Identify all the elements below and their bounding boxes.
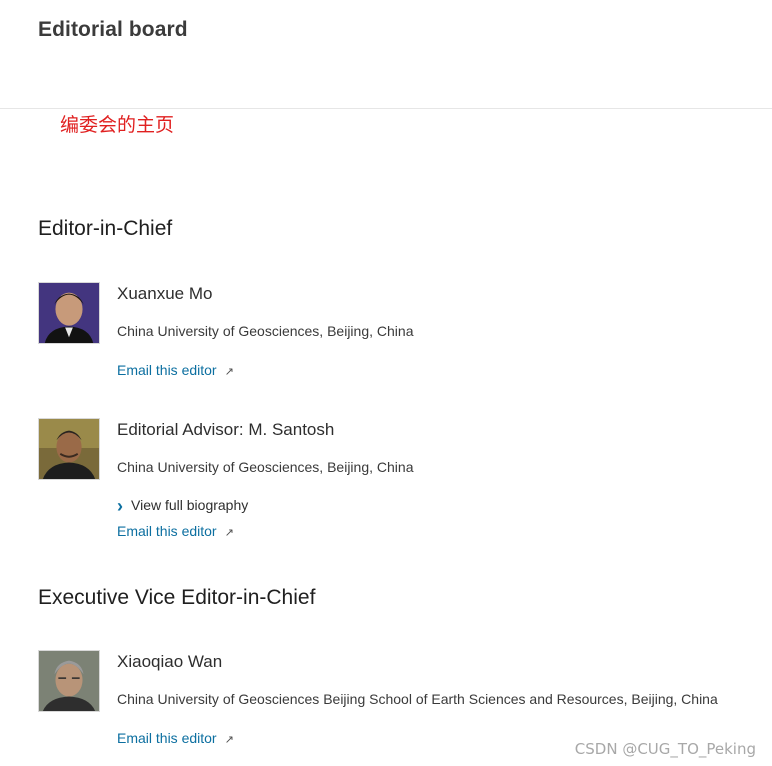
email-link-label: Email this editor xyxy=(117,730,217,746)
view-biography-label: View full biography xyxy=(131,497,249,513)
editor-affiliation: China University of Geosciences, Beijing… xyxy=(117,323,414,339)
portrait-image xyxy=(39,283,99,343)
editor-name: Xuanxue Mo xyxy=(117,284,213,303)
editor-affiliation: China University of Geosciences, Beijing… xyxy=(117,459,414,475)
email-link-label: Email this editor xyxy=(117,523,217,539)
email-editor-link[interactable]: Email this editor ↗ xyxy=(117,730,234,746)
chevron-right-icon: › xyxy=(117,496,123,516)
portrait-image xyxy=(39,651,99,711)
header-divider xyxy=(0,108,772,109)
editor-card: Editorial Advisor: M. Santosh China Univ… xyxy=(38,418,758,543)
external-arrow-icon: ↗ xyxy=(224,527,234,539)
editor-card: Xuanxue Mo China University of Geoscienc… xyxy=(38,282,758,382)
external-arrow-icon: ↗ xyxy=(224,734,234,746)
editor-photo xyxy=(38,418,100,480)
editor-affiliation: China University of Geosciences Beijing … xyxy=(117,691,718,707)
editor-name: Xiaoqiao Wan xyxy=(117,652,223,671)
section-heading-executive-vice-editor: Executive Vice Editor-in-Chief xyxy=(38,586,316,609)
editor-name: Editorial Advisor: M. Santosh xyxy=(117,420,335,439)
page-title: Editorial board xyxy=(38,18,188,41)
portrait-image xyxy=(39,419,99,479)
external-arrow-icon: ↗ xyxy=(224,366,234,378)
editor-photo xyxy=(38,650,100,712)
annotation-text: 编委会的主页 xyxy=(60,114,175,136)
email-editor-link[interactable]: Email this editor ↗ xyxy=(117,362,234,378)
editor-card: Xiaoqiao Wan China University of Geoscie… xyxy=(38,650,758,750)
section-heading-editor-in-chief: Editor-in-Chief xyxy=(38,217,173,240)
view-biography-toggle[interactable]: › View full biography xyxy=(117,496,248,517)
watermark: CSDN @CUG_TO_Peking xyxy=(574,740,756,758)
email-editor-link[interactable]: Email this editor ↗ xyxy=(117,523,234,539)
email-link-label: Email this editor xyxy=(117,362,217,378)
editor-photo xyxy=(38,282,100,344)
